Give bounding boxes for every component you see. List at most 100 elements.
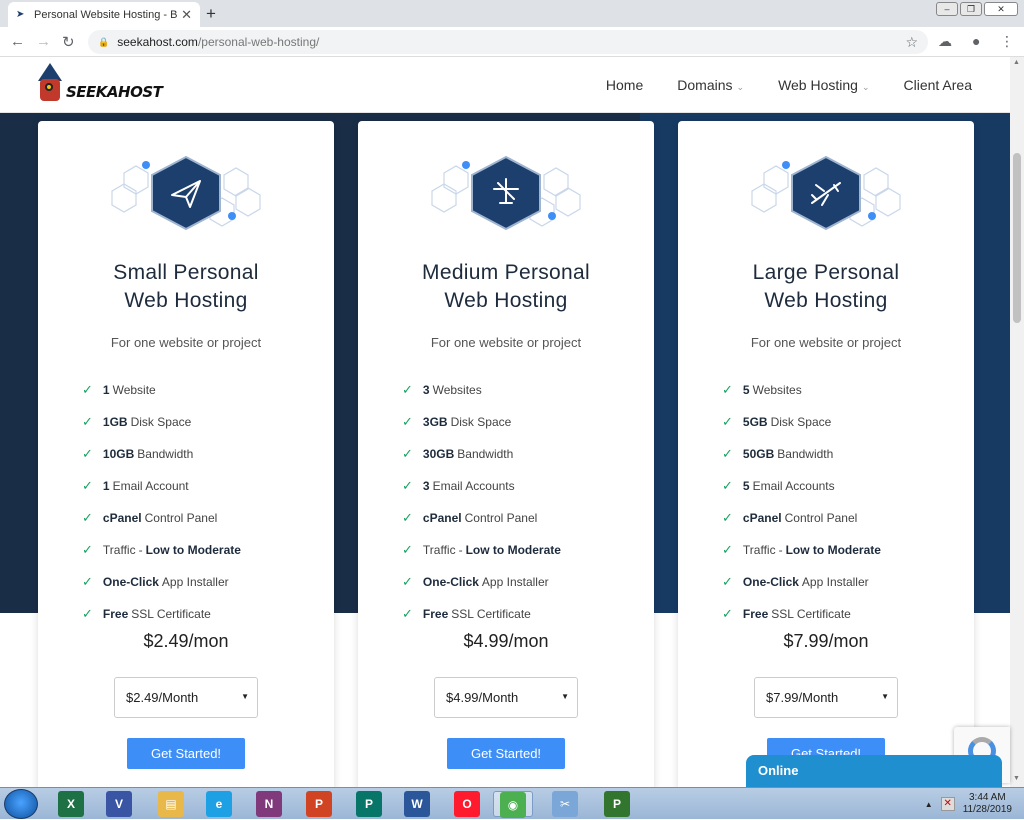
- plan-price: $4.99/mon: [463, 631, 549, 651]
- feature-item: ✓ 50GB Bandwidth: [722, 438, 884, 470]
- new-tab-icon[interactable]: +: [206, 4, 216, 24]
- feature-label: App Installer: [161, 575, 229, 589]
- address-bar: ← → ↻ 🔒 seekahost.com/personal-web-hosti…: [0, 27, 1024, 57]
- lock-icon: 🔒: [98, 36, 110, 47]
- plan-title: Medium Personal Web Hosting: [358, 259, 654, 315]
- feature-item: ✓ 5GB Disk Space: [722, 406, 884, 438]
- plan-title-line2: Web Hosting: [764, 289, 888, 312]
- nav-web-hosting-label: Web Hosting: [778, 77, 858, 93]
- chat-widget[interactable]: Online: [746, 755, 1002, 787]
- start-button-icon[interactable]: [4, 789, 38, 819]
- check-icon: ✓: [402, 510, 413, 525]
- get-started-button[interactable]: Get Started!: [447, 738, 565, 769]
- check-icon: ✓: [402, 478, 413, 493]
- feature-item: ✓ 1 Email Account: [82, 470, 244, 502]
- internet-explorer-icon[interactable]: e: [206, 791, 232, 817]
- powerpoint-icon[interactable]: P: [306, 791, 332, 817]
- explorer-icon[interactable]: ▤: [158, 791, 184, 817]
- nav-home[interactable]: Home: [606, 77, 643, 93]
- feature-label: Bandwidth: [137, 447, 194, 461]
- get-started-button[interactable]: Get Started!: [127, 738, 245, 769]
- feature-label: Email Account: [112, 479, 189, 493]
- tab-title: Personal Website Hosting - Best: [34, 8, 178, 21]
- plan-price: $2.49/mon: [143, 631, 229, 651]
- feature-value: 1: [102, 383, 110, 397]
- feature-label: App Installer: [801, 575, 869, 589]
- clock-time: 3:44 AM: [968, 792, 1006, 803]
- scroll-up-icon[interactable]: ▲: [1013, 59, 1020, 66]
- check-icon: ✓: [82, 574, 93, 589]
- check-icon: ✓: [722, 574, 733, 589]
- word-icon[interactable]: W: [404, 791, 430, 817]
- billing-cycle-select[interactable]: $4.99/Month ▼: [434, 677, 578, 718]
- feature-value: One-Click: [102, 575, 159, 589]
- close-tab-icon[interactable]: ✕: [181, 7, 192, 23]
- feature-value: Free: [742, 607, 769, 621]
- feature-item: ✓ Traffic - Low to Moderate: [722, 542, 881, 557]
- snipping-tool-icon[interactable]: ✂: [552, 791, 578, 817]
- page-scrollbar[interactable]: ▲ ▼: [1010, 57, 1024, 787]
- feature-list: ✓ 3 Websites ✓ 3GB Disk Space ✓ 30GB Bandwidth ✓ 3…: [402, 374, 564, 630]
- restore-icon[interactable]: ❐: [960, 2, 982, 16]
- clock[interactable]: 3:44 AM 11/28/2019: [963, 792, 1012, 816]
- chrome-icon[interactable]: ◉: [493, 791, 533, 818]
- plan-title-line1: Large Personal: [752, 261, 900, 284]
- feature-label: Control Panel: [464, 511, 538, 525]
- back-icon[interactable]: ←: [10, 33, 25, 50]
- check-icon: ✓: [722, 510, 733, 525]
- visio-icon[interactable]: V: [106, 791, 132, 817]
- feature-value: Low to Moderate: [785, 543, 881, 557]
- nav-domains[interactable]: Domains ⌄: [677, 77, 744, 93]
- feature-list: ✓ 1 Website ✓ 1GB Disk Space ✓ 10GB Bandwidth ✓ 1 E…: [82, 374, 244, 630]
- opera-icon[interactable]: O: [454, 791, 480, 817]
- action-center-flag-icon[interactable]: ✕: [940, 797, 955, 811]
- feature-item: ✓ 3GB Disk Space: [402, 406, 564, 438]
- feature-item: ✓ Free SSL Certificate: [402, 598, 564, 630]
- close-window-icon[interactable]: ✕: [984, 2, 1018, 16]
- check-icon: ✓: [402, 414, 413, 429]
- scrollbar-thumb[interactable]: [1013, 153, 1021, 323]
- check-icon: ✓: [82, 382, 93, 397]
- feature-prefix: Traffic: [102, 543, 136, 557]
- nav-home-label: Home: [605, 77, 644, 93]
- chevron-down-icon: ⌄: [736, 82, 745, 92]
- feature-prefix: Traffic: [742, 543, 776, 557]
- forward-icon[interactable]: →: [36, 33, 51, 50]
- minimize-icon[interactable]: –: [936, 2, 958, 16]
- show-hidden-icons-icon[interactable]: ▲: [925, 800, 933, 809]
- billing-cycle-select[interactable]: $2.49/Month ▼: [114, 677, 258, 718]
- onenote-icon[interactable]: N: [256, 791, 282, 817]
- feature-value: 5GB: [742, 415, 768, 429]
- bookmark-star-icon[interactable]: ☆: [905, 34, 918, 51]
- project-icon[interactable]: P: [604, 791, 630, 817]
- billing-cycle-value: $2.49/Month: [126, 690, 199, 705]
- nav-web-hosting[interactable]: Web Hosting ⌄: [778, 77, 869, 93]
- feature-item: ✓ Free SSL Certificate: [722, 598, 884, 630]
- check-icon: ✓: [722, 414, 733, 429]
- excel-icon[interactable]: X: [58, 791, 84, 817]
- feature-label: Websites: [432, 383, 482, 397]
- nav-client-area[interactable]: Client Area: [904, 77, 972, 93]
- profile-icon[interactable]: ●: [972, 33, 980, 49]
- menu-icon[interactable]: ⋮: [1000, 33, 1014, 50]
- feature-value: cPanel: [102, 511, 142, 525]
- publisher-icon[interactable]: P: [356, 791, 382, 817]
- reload-icon[interactable]: ↻: [62, 33, 75, 51]
- check-icon: ✓: [402, 382, 413, 397]
- scroll-down-icon[interactable]: ▼: [1013, 775, 1020, 782]
- feature-value: 10GB: [102, 447, 135, 461]
- drone-icon: [431, 155, 581, 231]
- main-nav: Home Domains ⌄ Web Hosting ⌄ Client Area: [606, 77, 972, 93]
- check-icon: ✓: [82, 510, 93, 525]
- feature-value: cPanel: [422, 511, 462, 525]
- url-field[interactable]: 🔒 seekahost.com/personal-web-hosting/ ☆: [88, 30, 928, 54]
- feature-value: 3GB: [422, 415, 448, 429]
- browser-tab[interactable]: ➤ Personal Website Hosting - Best ✕: [8, 2, 200, 27]
- billing-cycle-select[interactable]: $7.99/Month ▼: [754, 677, 898, 718]
- extension-icon[interactable]: ☁: [938, 33, 952, 50]
- chevron-down-icon: ▼: [561, 692, 569, 701]
- check-icon: ✓: [402, 606, 413, 621]
- site-logo[interactable]: SEEKAHOST: [36, 63, 163, 107]
- feature-item: ✓ 5 Websites: [722, 374, 884, 406]
- chevron-down-icon: ▼: [241, 692, 249, 701]
